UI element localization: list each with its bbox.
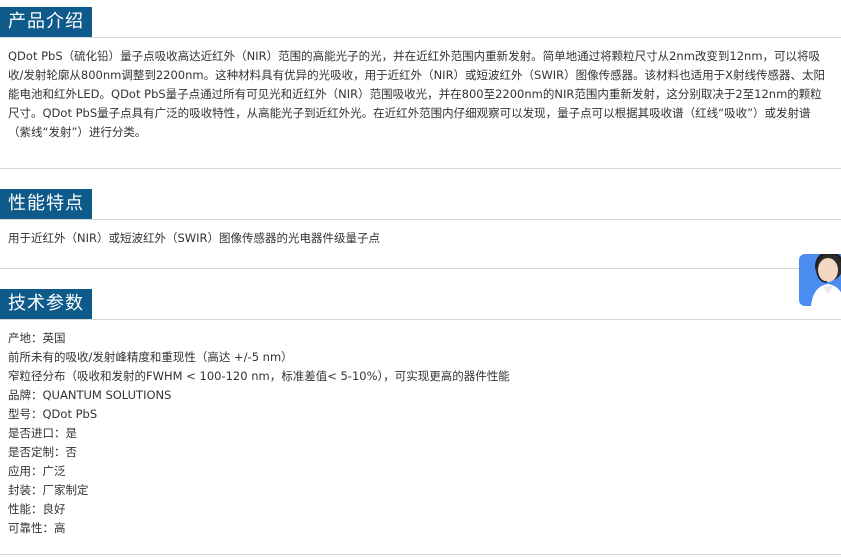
specs-list: 产地：英国 前所未有的吸收/发射峰精度和重现性（高达 +/-5 nm） 窄粒径分…	[0, 320, 841, 538]
divider	[0, 268, 841, 269]
customer-service-button[interactable]	[799, 254, 841, 306]
spec-item: 是否定制：否	[8, 445, 77, 459]
product-intro-title: 产品介绍	[0, 7, 92, 37]
spec-item: 是否进口：是	[8, 426, 77, 440]
divider	[0, 168, 841, 169]
customer-service-avatar-icon	[811, 254, 841, 306]
divider	[0, 554, 841, 555]
features-section: 性能特点 用于近红外（NIR）或短波红外（SWIR）图像传感器的光电器件级量子点	[0, 189, 841, 248]
features-text: 用于近红外（NIR）或短波红外（SWIR）图像传感器的光电器件级量子点	[8, 231, 381, 245]
specs-section: 技术参数 产地：英国 前所未有的吸收/发射峰精度和重现性（高达 +/-5 nm）…	[0, 289, 841, 538]
features-title: 性能特点	[0, 189, 92, 219]
spec-item: 应用：广泛	[8, 464, 66, 478]
specs-header: 技术参数	[0, 289, 841, 320]
spec-item: 型号：QDot PbS	[8, 407, 98, 421]
spec-item: 可靠性：高	[8, 521, 66, 535]
spec-item: 前所未有的吸收/发射峰精度和重现性（高达 +/-5 nm）	[8, 350, 293, 364]
spec-item: 性能：良好	[8, 502, 66, 516]
spec-item: 封装：厂家制定	[8, 483, 89, 497]
spec-item: 产地：英国	[8, 331, 66, 345]
spec-item: 品牌：QUANTUM SOLUTIONS	[8, 388, 172, 402]
product-intro-section: 产品介绍 QDot PbS（硫化铅）量子点吸收高达近红外（NIR）范围的高能光子…	[0, 7, 841, 142]
product-intro-text: QDot PbS（硫化铅）量子点吸收高达近红外（NIR）范围的高能光子的光，并在…	[8, 49, 825, 139]
features-header: 性能特点	[0, 189, 841, 220]
product-intro-header: 产品介绍	[0, 7, 841, 38]
specs-title: 技术参数	[0, 289, 92, 319]
spec-item: 窄粒径分布（吸收和发射的FWHM < 100-120 nm，标准差值< 5-10…	[8, 369, 510, 383]
